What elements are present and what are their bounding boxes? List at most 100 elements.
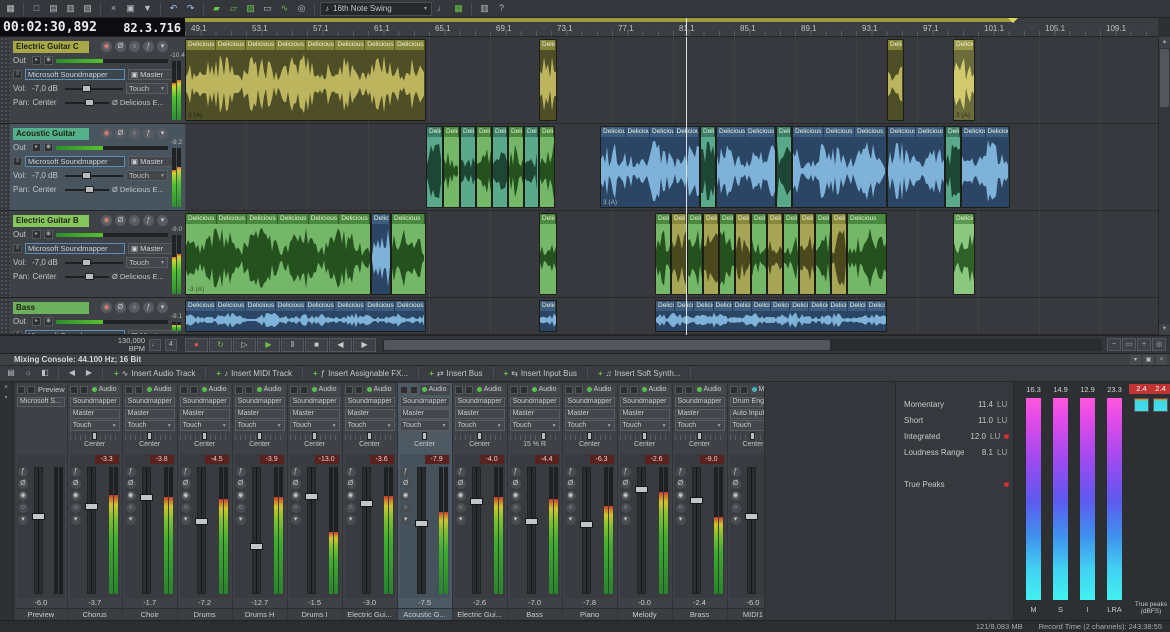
strip-output-button[interactable]: ▾ [126,515,136,525]
track-more-button[interactable]: ▾ [157,41,168,52]
audio-clip[interactable]: DeliciousDeliciousDeliciousDeliciousDeli… [185,300,426,332]
pan-slider[interactable] [400,432,450,440]
volume-fader[interactable] [197,467,206,594]
strip-peak-readout[interactable]: -3.3 [95,455,119,464]
track-header[interactable]: Acoustic Guitar◉Ø○ƒ▾Out▸◉≡Microsoft Soun… [0,124,185,211]
envelope-tool-icon[interactable]: ∿ [277,2,292,16]
tempo-display[interactable]: 130,000 BPM [118,337,145,353]
go-to-start-button[interactable]: ◀ [329,338,352,352]
strip-auto-button[interactable] [300,386,308,394]
strip-name[interactable]: Drums H [233,608,287,620]
solo-button[interactable]: ○ [129,215,140,226]
zoom-tool-button[interactable]: ◎ [1152,338,1166,351]
strip-output-button[interactable]: ▾ [291,515,301,525]
erase-tool-icon[interactable]: ▭ [260,2,275,16]
copy-icon[interactable]: ▣ [123,2,138,16]
strip-bus-button[interactable]: Master [675,409,725,419]
strip-auto-button[interactable] [355,386,363,394]
strip-kind-chip[interactable]: Audio [475,385,505,395]
strip-name[interactable]: Brass [673,608,727,620]
paste-icon[interactable]: ▼ [140,2,155,16]
strip-name[interactable]: Melody [618,608,672,620]
strip-solo-button[interactable]: ○ [18,503,28,513]
strip-automation-select[interactable]: Touch▼ [70,420,120,431]
pan-slider[interactable] [290,432,340,440]
mixer-prev-icon[interactable]: ◀ [65,367,79,380]
pan-slider[interactable] [70,432,120,440]
volume-slider[interactable] [65,171,123,180]
strip-automation-select[interactable]: Touch▼ [730,420,765,431]
time-signature-icon[interactable]: 4 [165,339,177,351]
clip-header[interactable]: Delicious [800,214,814,224]
clip-header[interactable]: Delicious [688,214,702,224]
strip-name[interactable]: MIDI1 [728,608,765,620]
timeline-clip-area[interactable]: DeliciousDeliciousDeliciousDeliciousDeli… [185,37,1158,335]
strip-output-button[interactable]: ▾ [456,515,466,525]
strip-power-button[interactable] [345,386,353,394]
strip-fx-button[interactable]: ƒ [401,467,411,477]
volume-fader[interactable] [582,467,591,594]
clip-header[interactable]: DeliciousDelicious [962,127,1009,137]
mixer-dock-pin-icon[interactable]: ▪ [5,394,7,401]
record-arm-button[interactable]: ◉ [101,128,112,139]
pan-slider-handle[interactable] [750,432,755,440]
clip-header[interactable]: DeliciousDelicious [888,127,944,137]
strip-bus-button[interactable]: Master [70,409,120,419]
mixer-pin-icon[interactable]: ▾ [1130,355,1141,365]
strip-bus-button[interactable]: Auto Input [730,409,765,419]
audio-clip[interactable]: DeliciousDeliciousDeliciousDeliciousDeli… [185,39,426,121]
stop-button[interactable]: ■ [305,338,328,352]
strip-solo-button[interactable]: ○ [731,503,741,513]
fader-handle[interactable] [360,500,373,507]
clip-header[interactable]: DeliciousDeliciousDeliciousDeliciousDeli… [656,301,886,311]
strip-automation-select[interactable]: Touch▼ [455,420,505,431]
audio-clip[interactable]: Delicious [767,213,783,295]
strip-auto-button[interactable] [740,386,748,394]
strip-phase-button[interactable]: Ø [621,479,631,489]
insert-button-1[interactable]: +∿Insert Audio Track [109,367,200,380]
strip-bus-button[interactable]: Master [345,409,395,419]
track-drag-handle[interactable] [0,124,10,210]
snap-grid-icon[interactable]: ▦ [451,2,466,16]
track-name[interactable]: Acoustic Guitar [13,128,89,140]
mixer-view-icon[interactable]: ▤ [4,367,18,380]
timeline-ruler[interactable]: 49.153.157.161.165.169.173.177.181.185.1… [185,18,1158,37]
strip-solo-button[interactable]: ○ [181,503,191,513]
strip-name[interactable]: Bass [508,608,562,620]
strip-solo-button[interactable]: ○ [126,503,136,513]
pan-slider[interactable] [510,432,560,440]
audio-clip[interactable]: Delicious [945,126,961,208]
strip-bus-button[interactable]: Master [235,409,285,419]
strip-solo-button[interactable]: ○ [566,503,576,513]
strip-power-button[interactable] [235,386,243,394]
pan-slider-handle[interactable] [541,432,546,440]
strip-solo-button[interactable]: ○ [456,503,466,513]
strip-bus-button[interactable]: Master [455,409,505,419]
strip-kind-chip[interactable]: Audio [530,385,560,395]
mixer-close-icon[interactable]: × [1156,355,1167,365]
strip-auto-button[interactable] [27,386,35,394]
strip-kind-chip[interactable]: Audio [420,385,450,395]
mixer-strip[interactable]: MIDIDrum EngineAuto InputTouch▼CenterƒØ◉… [728,383,765,620]
volume-fader[interactable] [362,467,371,594]
strip-auto-button[interactable] [410,386,418,394]
strip-output-button[interactable]: ▾ [18,515,28,525]
strip-fx-button[interactable]: ƒ [71,467,81,477]
pan-slider-handle[interactable] [697,432,702,440]
redo-icon[interactable]: ↷ [183,2,198,16]
new-project-icon[interactable]: □ [29,2,44,16]
strip-mute-button[interactable]: ◉ [731,491,741,501]
strip-automation-select[interactable]: Touch▼ [125,420,175,431]
pan-slider[interactable] [65,272,109,281]
audio-clip[interactable]: Delicious [831,213,847,295]
strip-name[interactable]: Preview [15,608,67,620]
strip-phase-button[interactable]: Ø [401,479,411,489]
pan-slider-handle[interactable] [312,432,317,440]
strip-fx-button[interactable]: ƒ [346,467,356,477]
strip-power-button[interactable] [730,386,738,394]
strip-output-button[interactable]: ▾ [731,515,741,525]
volume-fader[interactable] [417,467,426,594]
output-device-button[interactable]: Microsoft Soundmapper [25,243,125,254]
fader-handle[interactable] [580,521,593,528]
fader-handle[interactable] [470,498,483,505]
